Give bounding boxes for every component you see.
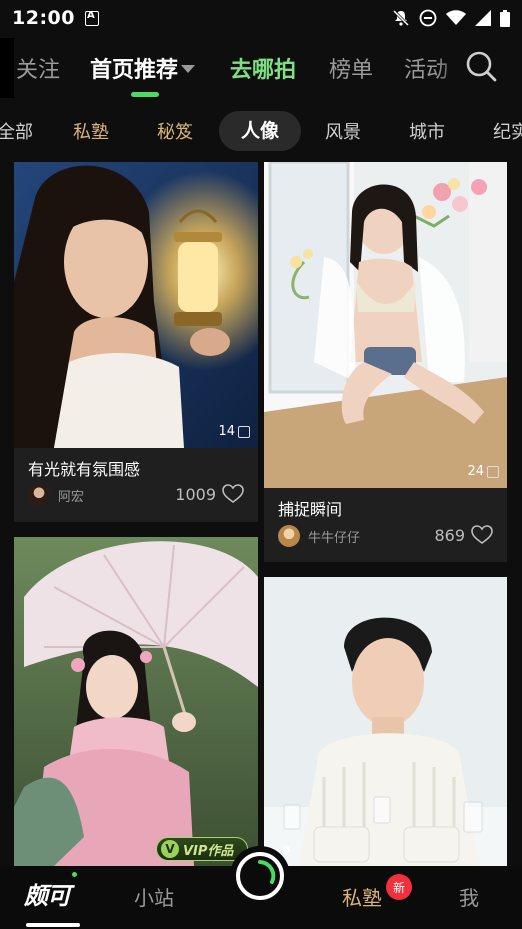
nav-me[interactable]: 我	[459, 882, 479, 911]
search-icon[interactable]	[464, 49, 498, 83]
system-icons	[392, 9, 510, 27]
category-tips[interactable]: 秘笈	[157, 118, 193, 144]
top-tab-bar: 关注 首页推荐 去哪拍 榜单 活动	[0, 36, 522, 98]
author-name: 阿宏	[58, 489, 85, 505]
category-portrait[interactable]: 人像	[219, 111, 302, 151]
nav-station[interactable]: 小站	[134, 882, 174, 911]
post-title: 捕捉瞬间	[278, 500, 343, 519]
post-photo[interactable]: 14	[14, 162, 258, 448]
nav-private-class[interactable]: 私塾	[342, 882, 382, 911]
avatar[interactable]	[28, 484, 50, 506]
active-tab-indicator	[131, 92, 159, 97]
post-author[interactable]: 牛牛仔仔	[278, 525, 360, 547]
tab-following[interactable]: 关注	[16, 52, 60, 84]
home-indicator	[26, 923, 80, 927]
category-bar: 全部 私塾 秘笈 人像 风景 城市 纪实	[0, 108, 522, 154]
category-documentary[interactable]: 纪实	[493, 118, 522, 144]
photo-count-value: 14	[218, 424, 235, 439]
battery-icon	[500, 9, 510, 27]
photo-count: 14	[218, 424, 250, 439]
author-name: 牛牛仔仔	[308, 530, 361, 546]
vip-icon: V	[161, 840, 179, 858]
photo-man-sweater	[264, 577, 507, 866]
logo-dot	[72, 872, 77, 877]
like-count: 869	[434, 525, 465, 545]
gallery-icon	[238, 425, 250, 438]
heart-icon	[471, 525, 493, 544]
post-card[interactable]: 14 有光就有氛围感 阿宏 1009	[14, 162, 258, 522]
like-button[interactable]: 1009	[175, 484, 244, 504]
category-private-class[interactable]: 私塾	[73, 118, 109, 144]
post-title: 有光就有氛围感	[28, 460, 141, 479]
post-card[interactable]: 24 捕捉瞬间 牛牛仔仔 869	[264, 162, 507, 562]
bottom-nav: 颇可 小站 私塾 新 我	[0, 846, 522, 929]
record-dot	[283, 846, 290, 853]
caret-down-icon	[181, 65, 196, 73]
photo-girl-umbrella	[14, 537, 258, 866]
like-button[interactable]: 869	[434, 525, 493, 545]
post-author[interactable]: 阿宏	[28, 484, 84, 506]
tab-rankings[interactable]: 榜单	[329, 52, 373, 84]
left-edge-shadow	[0, 38, 14, 98]
new-badge: 新	[386, 874, 412, 900]
category-city[interactable]: 城市	[409, 118, 445, 144]
avatar[interactable]	[278, 525, 300, 547]
tab-home-recommend[interactable]: 首页推荐	[90, 52, 196, 84]
post-photo[interactable]: 24	[264, 162, 507, 488]
do-not-disturb-icon	[419, 9, 437, 27]
record-ring-icon	[236, 852, 284, 900]
status-bar: 12:00	[0, 0, 522, 36]
like-count: 1009	[175, 484, 216, 504]
post-card[interactable]	[264, 577, 507, 866]
signal-icon	[475, 10, 491, 26]
photo-count-value: 24	[467, 464, 484, 479]
nav-home-logo[interactable]: 颇可	[24, 876, 71, 911]
vip-label: VIP作品	[183, 843, 234, 859]
post-photo[interactable]: V VIP作品	[14, 537, 258, 866]
category-all[interactable]: 全部	[0, 118, 33, 144]
post-photo[interactable]	[264, 577, 507, 866]
tab-where-to-shoot[interactable]: 去哪拍	[230, 52, 296, 84]
tab-fade	[436, 36, 466, 98]
photo-girl-lantern	[14, 162, 258, 448]
tab-home-recommend-label: 首页推荐	[90, 58, 179, 83]
record-button[interactable]	[230, 846, 290, 906]
post-card[interactable]: V VIP作品	[14, 537, 258, 866]
gallery-icon	[487, 465, 499, 478]
wifi-icon	[446, 10, 466, 25]
photo-girl-window	[264, 162, 507, 488]
photo-count: 24	[467, 464, 499, 479]
heart-icon	[222, 484, 244, 503]
notification-icon	[84, 10, 99, 26]
status-time: 12:00	[12, 7, 75, 29]
mute-icon	[392, 9, 410, 27]
category-landscape[interactable]: 风景	[325, 118, 361, 144]
